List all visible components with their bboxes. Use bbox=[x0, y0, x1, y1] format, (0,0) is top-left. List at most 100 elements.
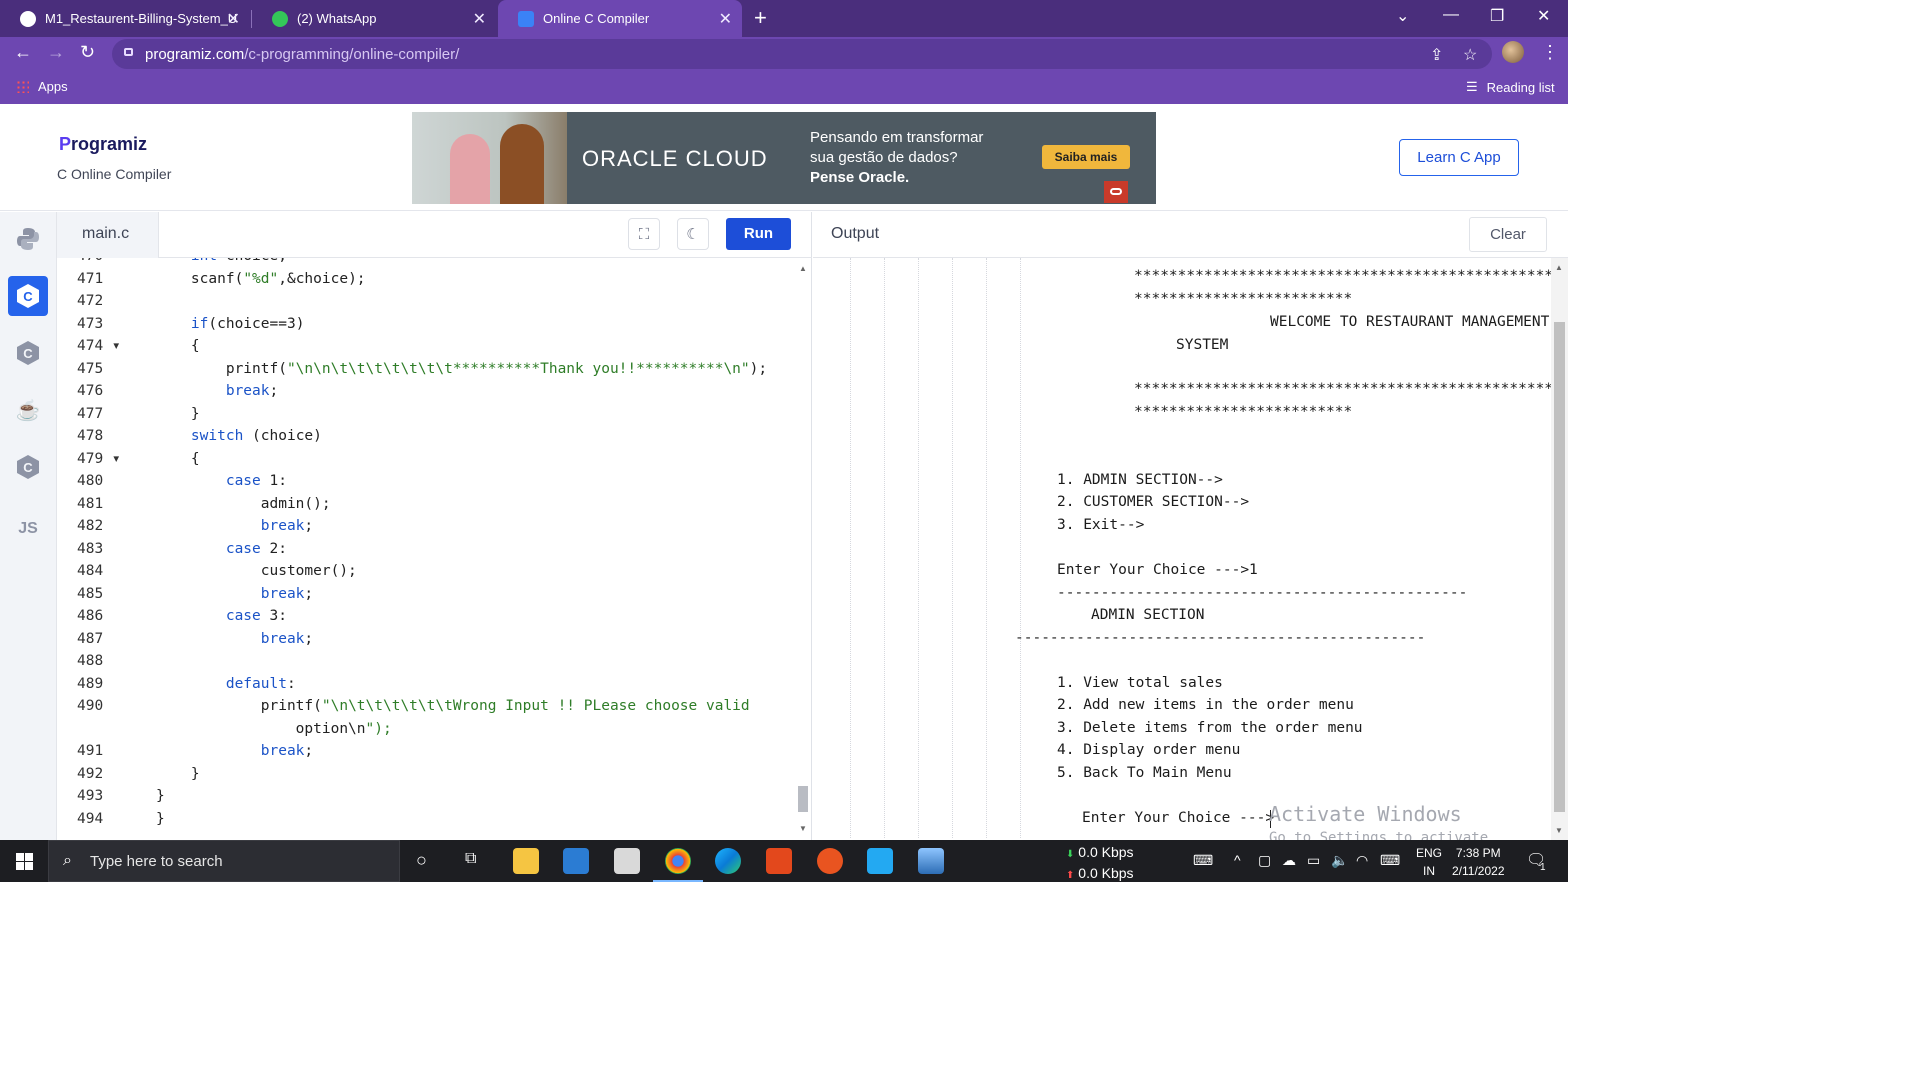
line-number: 485 bbox=[77, 585, 104, 602]
run-button[interactable]: Run bbox=[726, 218, 791, 250]
photos-icon[interactable] bbox=[918, 848, 944, 874]
task-view-icon[interactable]: ⧉ bbox=[465, 850, 476, 868]
output-line: 4. Display order menu bbox=[1057, 742, 1241, 758]
output-line: 3. Exit--> bbox=[1057, 517, 1145, 533]
output-line: SYSTEM bbox=[1176, 337, 1229, 353]
share-icon[interactable]: ⇪ bbox=[1430, 45, 1443, 65]
line-number: 489 bbox=[77, 675, 104, 692]
apps-bookmark[interactable]: Apps bbox=[16, 79, 68, 94]
code-line: scanf("%d",&choice); bbox=[156, 270, 366, 287]
ubuntu-icon[interactable] bbox=[817, 848, 843, 874]
input-language-indicator[interactable]: ENG IN bbox=[1416, 844, 1442, 880]
close-icon[interactable]: ✕ bbox=[719, 9, 732, 29]
ad-cta-button[interactable]: Saiba mais bbox=[1042, 145, 1130, 169]
code-line: switch (choice) bbox=[190, 428, 322, 444]
taskbar-search-input[interactable]: ⌕ Type here to search bbox=[48, 840, 400, 882]
java-icon[interactable]: ☕ bbox=[8, 390, 48, 430]
github-icon bbox=[20, 10, 36, 27]
battery-icon[interactable]: ▭ bbox=[1307, 852, 1320, 869]
clear-button[interactable]: Clear bbox=[1469, 217, 1547, 252]
csharp-icon[interactable]: C bbox=[8, 447, 48, 487]
output-scrollbar[interactable]: ▲ ▼ bbox=[1551, 258, 1568, 840]
output-console[interactable]: ************************* ***************… bbox=[813, 258, 1551, 840]
file-explorer-icon[interactable] bbox=[513, 848, 539, 874]
bookmarks-bar: Apps ☰ Reading list bbox=[0, 70, 1568, 104]
tab-whatsapp[interactable]: (2) WhatsApp ✕ bbox=[252, 0, 496, 37]
back-icon[interactable]: ← bbox=[14, 42, 32, 63]
star-icon[interactable]: ☆ bbox=[1463, 45, 1477, 65]
fullscreen-icon[interactable]: ⛶ bbox=[628, 218, 660, 250]
menu-kebab-icon[interactable]: ⋮ bbox=[1541, 42, 1559, 63]
cpp-icon[interactable]: C bbox=[8, 333, 48, 373]
line-number: 492 bbox=[77, 765, 104, 782]
meet-icon[interactable]: ▢ bbox=[1258, 852, 1271, 869]
python-icon[interactable] bbox=[8, 219, 48, 259]
profile-avatar[interactable] bbox=[1502, 41, 1524, 63]
dark-mode-icon[interactable]: ☾ bbox=[677, 218, 709, 250]
output-label: Output bbox=[831, 225, 880, 242]
code-line: customer(); bbox=[156, 563, 357, 579]
oracle-ad-banner[interactable]: ORACLE CLOUD Pensando em transformar sua… bbox=[412, 112, 1156, 204]
oracle-logo-icon bbox=[1104, 181, 1128, 203]
onedrive-icon[interactable]: ☁ bbox=[1282, 852, 1296, 869]
output-line: ----------------------------------------… bbox=[1015, 630, 1426, 646]
reading-list-button[interactable]: ☰ Reading list bbox=[1466, 79, 1555, 95]
forward-icon[interactable]: → bbox=[47, 42, 65, 63]
mail-icon[interactable] bbox=[563, 848, 589, 874]
page-subtitle: C Online Compiler bbox=[57, 166, 172, 182]
windows-taskbar: ⌕ Type here to search ○ ⧉ ⬇ 0.0 Kbps ⬆ 0… bbox=[0, 840, 1568, 882]
tab-title: (2) WhatsApp bbox=[297, 11, 377, 26]
keyboard-icon[interactable]: ⌨ bbox=[1193, 852, 1213, 869]
output-line: ----------------------------------------… bbox=[1057, 585, 1468, 601]
restore-icon[interactable]: ❐ bbox=[1490, 6, 1504, 26]
output-line: 1. View total sales bbox=[1057, 675, 1223, 691]
close-icon[interactable]: ✕ bbox=[473, 9, 486, 29]
programiz-logo[interactable]: Programiz bbox=[59, 134, 147, 155]
vscode-icon[interactable] bbox=[867, 848, 893, 874]
code-line: { bbox=[156, 450, 200, 467]
chrome-icon[interactable] bbox=[653, 848, 703, 882]
edge-icon[interactable] bbox=[715, 848, 741, 874]
output-line: 1. ADMIN SECTION--> bbox=[1057, 472, 1223, 488]
touch-keyboard-icon[interactable]: ⌨ bbox=[1380, 852, 1400, 869]
c-icon[interactable]: C bbox=[8, 276, 48, 316]
editor-scrollbar[interactable]: ▲ ▼ bbox=[796, 258, 810, 838]
ad-photo bbox=[412, 112, 567, 204]
tab-online-c-compiler[interactable]: Online C Compiler ✕ bbox=[498, 0, 742, 37]
apps-grid-icon bbox=[16, 80, 29, 93]
new-tab-button[interactable]: + bbox=[754, 5, 767, 31]
show-hidden-icons[interactable]: ^ bbox=[1234, 852, 1241, 868]
close-icon[interactable]: ✕ bbox=[227, 9, 240, 29]
reload-icon[interactable]: ↻ bbox=[80, 42, 95, 63]
code-area[interactable]: 470 int choice; 471 scanf("%d",&choice); 4… bbox=[57, 258, 797, 836]
url-path: /c-programming/online-compiler/ bbox=[244, 46, 460, 63]
minimize-icon[interactable]: — bbox=[1443, 6, 1459, 24]
learn-c-app-button[interactable]: Learn C App bbox=[1399, 139, 1519, 176]
window-close-icon[interactable]: ✕ bbox=[1537, 6, 1550, 26]
wifi-icon[interactable]: ◠ bbox=[1356, 852, 1368, 869]
windows-start-icon[interactable] bbox=[16, 853, 33, 870]
cortana-icon[interactable]: ○ bbox=[416, 850, 427, 871]
tab-github[interactable]: M1_Restaurent-Billing-System_U ✕ bbox=[0, 0, 250, 37]
output-line: 3. Delete items from the order menu bbox=[1057, 720, 1363, 736]
line-number: 481 bbox=[77, 495, 104, 512]
file-tab-main-c[interactable]: main.c bbox=[57, 212, 159, 258]
javascript-icon[interactable]: JS bbox=[8, 509, 48, 549]
volume-icon[interactable]: 🔈 bbox=[1331, 852, 1348, 869]
line-number: 471 bbox=[77, 270, 104, 287]
code-line: printf("\n\t\t\t\t\t\tWrong Input !! PLe… bbox=[156, 698, 750, 714]
activate-windows-watermark: Activate Windows Go to Settings to activ… bbox=[1269, 802, 1489, 840]
code-line: } bbox=[156, 788, 165, 804]
notepad-icon[interactable] bbox=[614, 848, 640, 874]
whatsapp-icon bbox=[272, 10, 288, 27]
office-icon[interactable] bbox=[766, 848, 792, 874]
code-line: int choice; bbox=[156, 258, 287, 264]
url-input[interactable]: programiz.com/c-programming/online-compi… bbox=[112, 39, 1492, 69]
code-line: case 1: bbox=[225, 473, 287, 489]
tab-search-icon[interactable]: ⌄ bbox=[1396, 6, 1409, 26]
line-number: 494 bbox=[77, 810, 104, 827]
line-number: 470 bbox=[57, 258, 121, 264]
reading-list-label: Reading list bbox=[1486, 79, 1555, 95]
site-header: Programiz C Online Compiler ORACLE CLOUD… bbox=[0, 104, 1568, 211]
clock[interactable]: 7:38 PM 2/11/2022 bbox=[1452, 844, 1505, 880]
